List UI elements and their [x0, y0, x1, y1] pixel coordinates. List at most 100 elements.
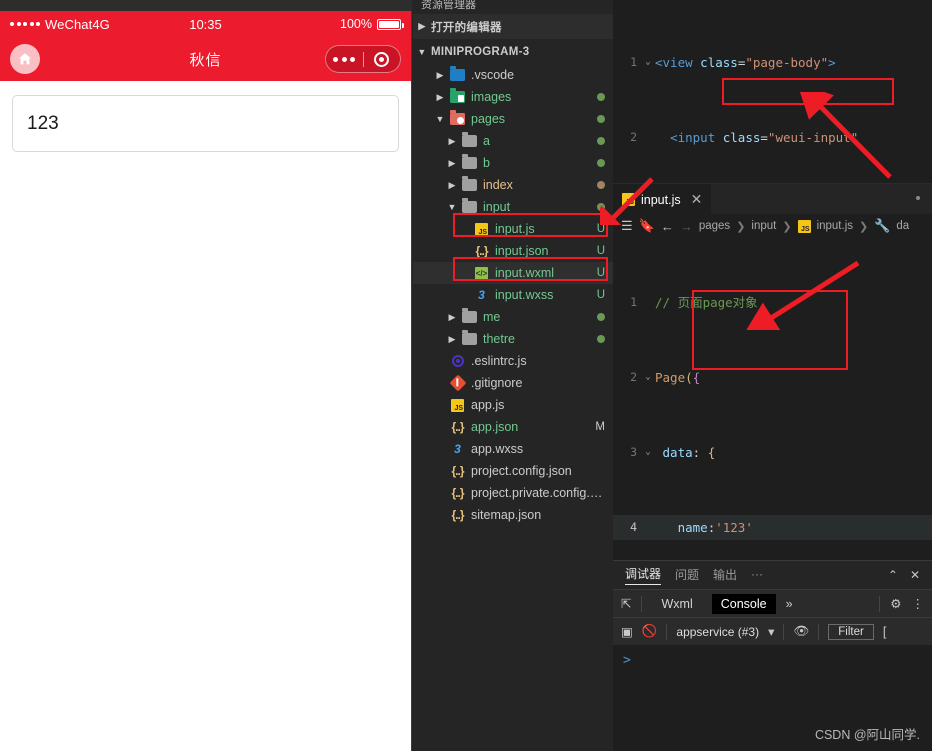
debugger-panel: 调试器 问题 输出 ··· ⌃ ✕ ⇱ Wxml Console » ⚙ ⋮ ▣…: [613, 560, 932, 751]
tree-item-images[interactable]: ▶ images: [413, 86, 613, 108]
tree-item-input-wxml[interactable]: </> input.wxml U: [413, 262, 613, 284]
breadcrumb-separator: ❯: [859, 220, 869, 233]
wrench-icon: 🔧: [874, 218, 891, 233]
chevron-right-icon[interactable]: ▶: [443, 158, 461, 169]
section-project-root-label: MINIPROGRAM-3: [431, 45, 530, 58]
divider: [879, 595, 881, 612]
code-line: 2 ⌄ Page({: [613, 365, 932, 390]
target-icon[interactable]: [364, 51, 401, 67]
tree-item-input-wxss[interactable]: 3 input.wxss U: [413, 284, 613, 306]
bookmark-icon[interactable]: 🔖: [639, 218, 655, 234]
eye-icon[interactable]: 👁: [793, 624, 809, 639]
tree-item-vscode[interactable]: ▶ .vscode: [413, 64, 613, 86]
battery-icon: [377, 18, 404, 30]
chevron-right-icon[interactable]: ▶: [443, 312, 461, 323]
git-status-badge: M: [595, 421, 605, 433]
right-column: 1 ⌄ <view class="page-body"> 2 <input cl…: [613, 0, 932, 751]
chevron-down-icon[interactable]: ▼: [431, 114, 449, 124]
run-icon[interactable]: ▣: [621, 624, 633, 639]
tree-item-input-json[interactable]: {..} input.json U: [413, 240, 613, 262]
status-dot: [597, 137, 605, 145]
tab-wxml[interactable]: Wxml: [652, 594, 701, 614]
line-number: 1: [630, 55, 637, 69]
weui-input[interactable]: 123: [12, 95, 399, 152]
tree-item-b[interactable]: ▶ b: [413, 152, 613, 174]
arrow-right-icon[interactable]: →: [680, 219, 693, 234]
console-output[interactable]: > CSDN @阿山同学.: [613, 645, 932, 751]
debugger-actions: ⌃ ✕: [888, 568, 920, 582]
tree-item-input-js[interactable]: JS input.js U: [413, 218, 613, 240]
input-value: 123: [27, 112, 59, 134]
tree-item-eslintrc-js[interactable]: .eslintrc.js: [413, 350, 613, 372]
fold-chevron-icon[interactable]: ⌄: [641, 50, 655, 75]
status-dot: [597, 203, 605, 211]
tree-item-sitemap-json[interactable]: {..} sitemap.json: [413, 504, 613, 526]
more-vertical-icon[interactable]: ⋮: [912, 596, 925, 611]
tree-item-app-wxss[interactable]: 3 app.wxss: [413, 438, 613, 460]
breadcrumb-symbol[interactable]: da: [896, 220, 909, 232]
more-dots-icon[interactable]: [326, 56, 363, 62]
tab-console[interactable]: Console: [711, 593, 776, 614]
line-content: <input class="weui-input": [670, 130, 859, 145]
console-context-select[interactable]: appservice (#3): [676, 625, 759, 639]
folder-icon: [461, 198, 478, 213]
tree-item-label: app.json: [471, 420, 519, 434]
section-open-editors[interactable]: ▶ 打开的编辑器: [413, 14, 613, 39]
fold-chevron-icon[interactable]: ⌄: [641, 440, 655, 465]
editor-tabbar: JS input.js ✕: [613, 184, 932, 214]
folder-icon: [461, 308, 478, 323]
chevron-right-icon[interactable]: ▶: [443, 180, 461, 191]
tree-item-label: input.wxss: [495, 288, 554, 302]
code-line: 3 ⌄ data: {: [613, 440, 932, 465]
tree-item-app-js[interactable]: JS app.js: [413, 394, 613, 416]
chevron-right-icon[interactable]: ▶: [443, 136, 461, 147]
fold-chevron-icon[interactable]: ⌄: [641, 365, 655, 390]
log-levels-select[interactable]: [: [883, 625, 886, 639]
breadcrumb-pages[interactable]: pages: [699, 220, 730, 232]
tab-problems[interactable]: 问题: [675, 566, 699, 585]
chevron-up-icon[interactable]: ⌃: [888, 568, 898, 582]
line-number: 2: [630, 370, 637, 384]
tree-item-input[interactable]: ▼ input: [413, 196, 613, 218]
breadcrumb-input[interactable]: input: [751, 220, 776, 232]
wxml-editor[interactable]: 1 ⌄ <view class="page-body"> 2 <input cl…: [613, 0, 932, 183]
close-icon[interactable]: ✕: [691, 191, 703, 208]
arrow-left-icon[interactable]: ←: [661, 219, 674, 234]
chevron-right-icon[interactable]: ▶: [431, 92, 449, 103]
clear-console-icon[interactable]: 🚫: [642, 624, 658, 639]
tree-item-project-private-config-json[interactable]: {..} project.private.config.json: [413, 482, 613, 504]
status-dot: [597, 313, 605, 321]
capsule-button[interactable]: [325, 45, 401, 73]
list-icon[interactable]: ☰: [621, 218, 633, 234]
filter-input[interactable]: Filter: [828, 623, 874, 640]
tree-item-app-json[interactable]: {..} app.json M: [413, 416, 613, 438]
breadcrumb-file[interactable]: input.js: [817, 220, 853, 232]
chevron-right-icon[interactable]: ▶: [443, 334, 461, 345]
close-icon[interactable]: ✕: [910, 568, 920, 582]
chevron-down-icon[interactable]: ▼: [443, 202, 461, 212]
tab-more[interactable]: ···: [751, 567, 763, 583]
gear-icon[interactable]: ⚙: [890, 596, 901, 611]
tree-item-project-config-json[interactable]: {..} project.config.json: [413, 460, 613, 482]
tree-item-label: images: [471, 90, 512, 104]
wxml-file-icon: </>: [475, 266, 488, 280]
chevron-right-icon[interactable]: ▶: [431, 70, 449, 81]
more-tabs-icon[interactable]: »: [786, 597, 793, 611]
tree-item-gitignore[interactable]: .gitignore: [413, 372, 613, 394]
section-project-root[interactable]: ▼ MINIPROGRAM-3: [413, 39, 613, 64]
tree-item-index[interactable]: ▶ index: [413, 174, 613, 196]
inspect-element-icon[interactable]: ⇱: [621, 596, 631, 611]
eslint-file-icon: [449, 355, 466, 367]
tree-item-label: a: [483, 134, 490, 148]
chevron-down-icon[interactable]: ▾: [768, 624, 774, 639]
tree-item-a[interactable]: ▶ a: [413, 130, 613, 152]
tree-item-label: input: [483, 200, 511, 214]
tree-item-pages[interactable]: ▼ pages: [413, 108, 613, 130]
tab-input-js[interactable]: JS input.js ✕: [613, 184, 712, 214]
tab-debugger[interactable]: 调试器: [625, 565, 662, 585]
git-status-badge: U: [596, 267, 605, 279]
tree-item-thetre[interactable]: ▶ thetre: [413, 328, 613, 350]
tree-item-me[interactable]: ▶ me: [413, 306, 613, 328]
wxss-file-icon: 3: [454, 442, 461, 456]
tab-output[interactable]: 输出: [713, 566, 737, 585]
